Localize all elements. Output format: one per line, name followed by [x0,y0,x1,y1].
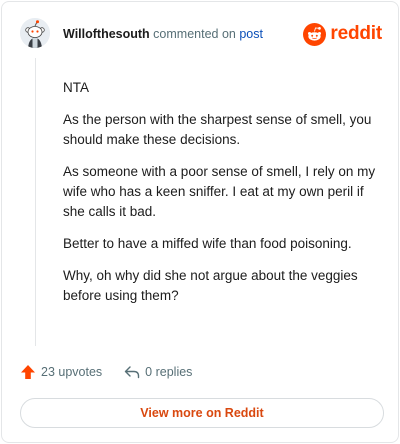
commented-on-text: commented on [149,27,240,41]
comment-paragraph: As someone with a poor sense of smell, I… [63,164,376,219]
comment-meta: Willofthesouth commented on post [63,27,263,41]
reddit-logo-icon [303,22,327,46]
upvote-count: 23 upvotes [41,365,103,379]
view-more-button[interactable]: View more on Reddit [20,398,384,428]
comment-body: NTA As the person with the sharpest sens… [63,78,381,318]
reply-arrow-icon [124,366,140,379]
upvote-button[interactable]: 23 upvotes [20,364,102,380]
thread-line [35,58,36,346]
comment-paragraph: Better to have a miffed wife than food p… [63,236,352,251]
user-avatar-icon[interactable] [20,18,50,48]
reddit-logo[interactable]: reddit [303,22,382,46]
comment-paragraph: As the person with the sharpest sense of… [63,112,372,147]
reply-count: 0 replies [145,365,193,379]
comment-paragraph: NTA [63,80,89,95]
comment-actions: 23 upvotes 0 replies [20,362,214,382]
username-link[interactable]: Willofthesouth [63,27,150,41]
upvote-arrow-icon [21,365,35,379]
post-link[interactable]: post [239,27,263,41]
comment-paragraph: Why, oh why did she not argue about the … [63,268,358,303]
comment-header: Willofthesouth commented on post reddit [2,2,398,66]
reddit-wordmark: reddit [330,23,382,44]
reply-button[interactable]: 0 replies [124,365,192,379]
embed-card: Willofthesouth commented on post reddit … [1,1,399,443]
